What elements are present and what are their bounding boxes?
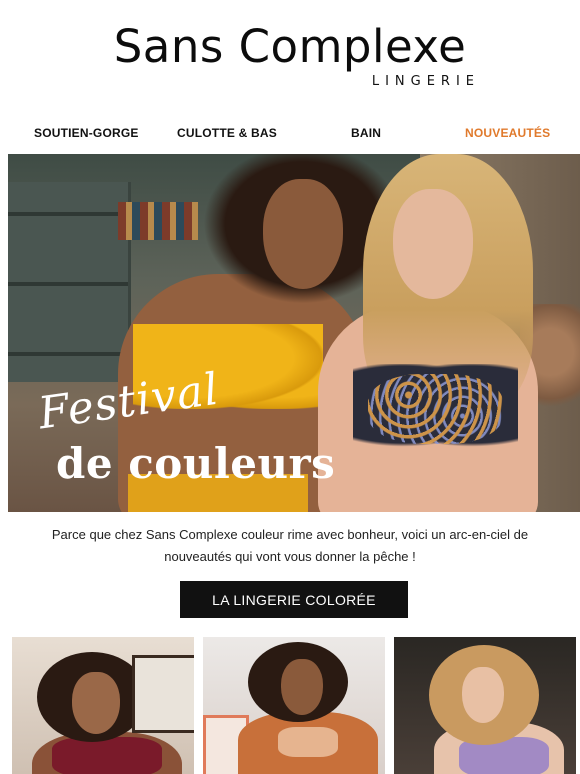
product-model-face (281, 659, 323, 715)
product-model-face (72, 672, 120, 734)
wall-frame (132, 655, 194, 733)
product-card[interactable] (203, 637, 385, 774)
product-grid (0, 637, 580, 774)
model-right-face (393, 189, 473, 299)
brand-logo[interactable]: Sans Complexe (0, 22, 580, 72)
model-left-face (263, 179, 343, 289)
peach-bra-image (278, 727, 338, 757)
brand-subtitle: LINGERIE (371, 74, 480, 89)
hero-banner[interactable]: Festival de couleurs (8, 154, 580, 512)
nav-soutien-gorge[interactable]: SOUTIEN-GORGE (34, 126, 139, 140)
cta-button[interactable]: LA LINGERIE COLORÉE (180, 581, 408, 618)
product-card[interactable] (394, 637, 576, 774)
hero-shelf (8, 182, 131, 382)
burgundy-bra-image (52, 737, 162, 774)
intro-text: Parce que chez Sans Complexe couleur rim… (51, 527, 529, 564)
nav-culotte-bas[interactable]: CULOTTE & BAS (177, 126, 277, 140)
email-header: Sans Complexe LINGERIE (0, 0, 580, 110)
product-model-face (462, 667, 504, 723)
hero-title: de couleurs (56, 439, 336, 488)
main-nav: SOUTIEN-GORGE CULOTTE & BAS BAIN NOUVEAU… (0, 122, 580, 146)
nav-bain[interactable]: BAIN (351, 126, 381, 140)
hero-books (118, 202, 198, 240)
floral-bra-image (353, 364, 518, 454)
product-card[interactable] (12, 637, 194, 774)
nav-nouveautes[interactable]: NOUVEAUTÉS (465, 126, 550, 140)
